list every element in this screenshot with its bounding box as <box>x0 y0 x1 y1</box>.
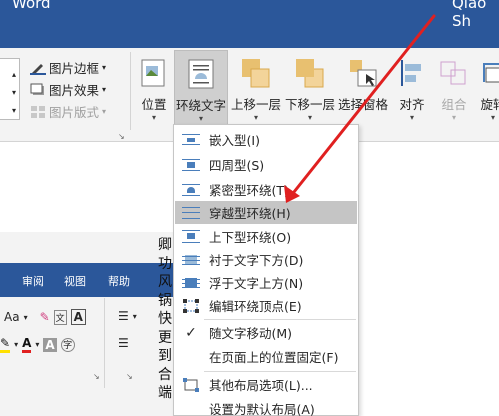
annotation-arrow <box>284 14 436 203</box>
